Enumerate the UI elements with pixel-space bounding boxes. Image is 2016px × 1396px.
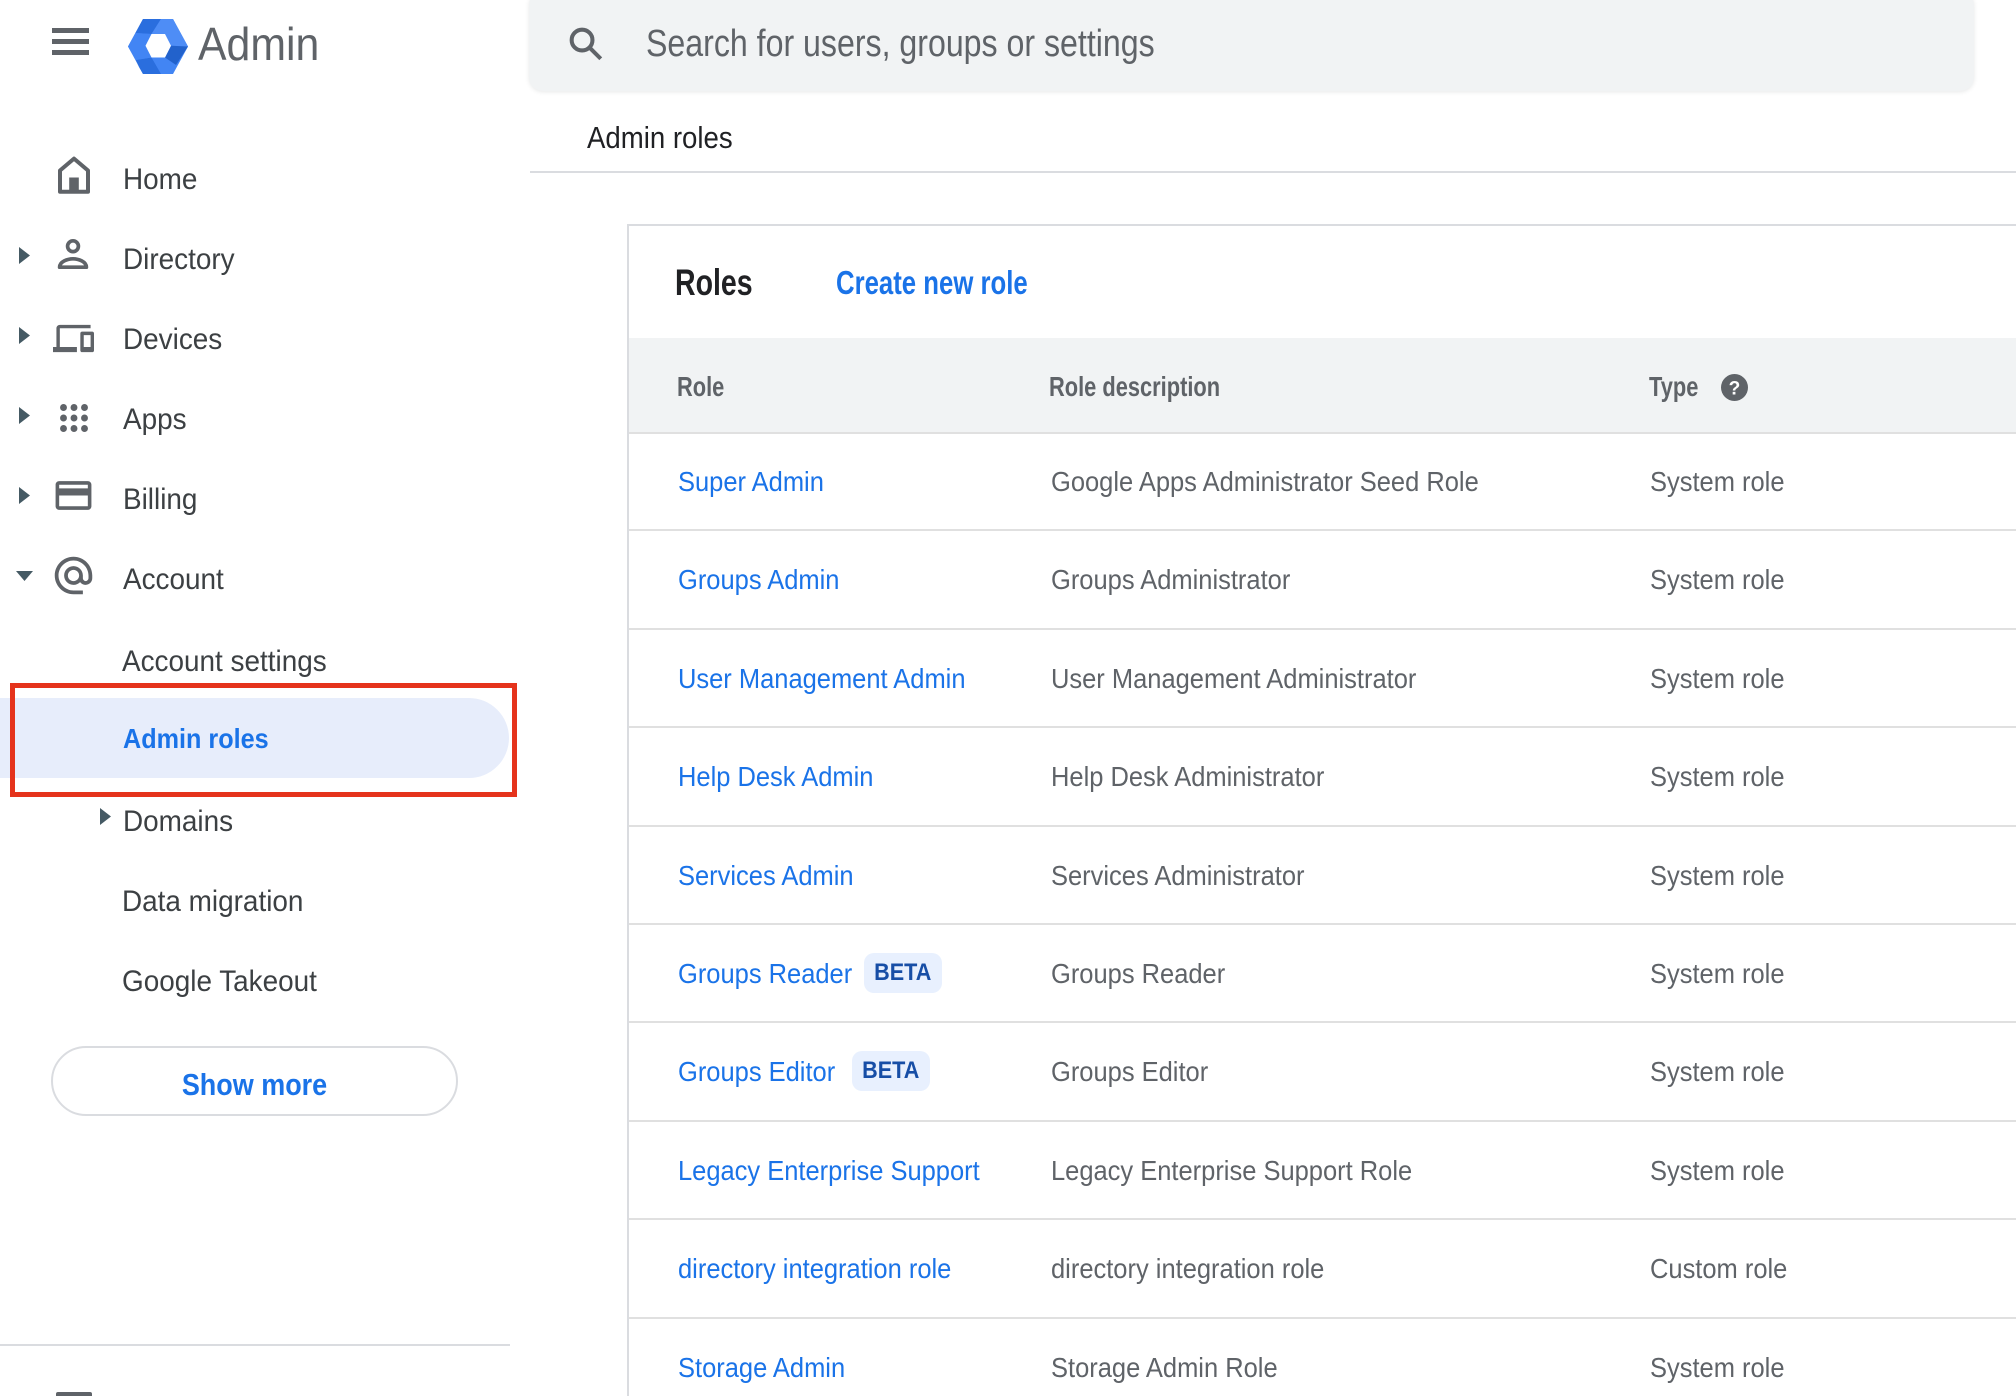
svg-text:?: ? bbox=[1729, 378, 1741, 399]
